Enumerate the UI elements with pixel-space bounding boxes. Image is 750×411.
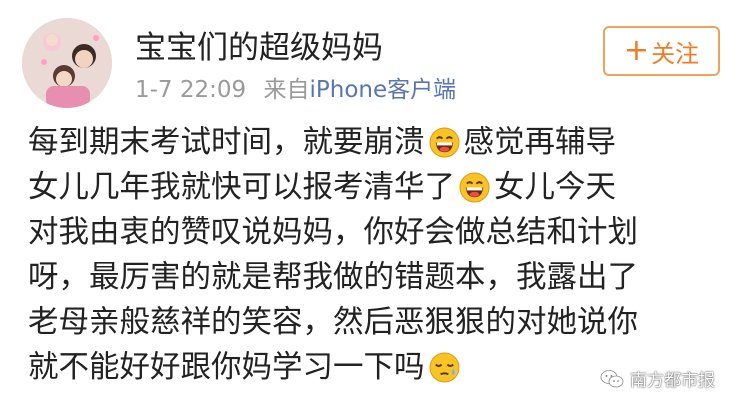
wechat-icon — [600, 369, 624, 387]
post-line: 老母亲般慈祥的笑容，然后恶狠狠的对她说你 — [28, 300, 728, 345]
post-time: 1-7 22:09 — [135, 77, 247, 103]
post-text: 感觉再辅导 — [463, 125, 617, 160]
follow-label: 关注 — [651, 39, 700, 68]
post-line: 呀，最厉害的就是帮我做的错题本，我露出了 — [28, 255, 728, 300]
grinning-face-emoji — [459, 172, 490, 203]
post-text: 呀，最厉害的就是帮我做的错题本，我露出了 — [28, 260, 638, 295]
post-text: 老母亲般慈祥的笑容，然后恶狠狠的对她说你 — [28, 305, 638, 340]
post-text: 女儿几年我就快可以报考清华了 — [28, 170, 455, 205]
post-line: 女儿几年我就快可以报考清华了 女儿今天 — [28, 165, 728, 210]
post-text: 对我由衷的赞叹说妈妈，你好会做总结和计划 — [28, 215, 638, 250]
grinning-face-emoji — [428, 127, 460, 158]
avatar-photo — [22, 18, 112, 108]
post-line: 对我由衷的赞叹说妈妈，你好会做总结和计划 — [28, 210, 728, 255]
post-text: 每到期末考试时间，就要崩溃 — [28, 125, 425, 160]
source-link[interactable]: iPhone客户端 — [309, 77, 456, 103]
follow-button[interactable]: + 关注 — [603, 26, 720, 76]
post-text: 就不能好好跟你妈学习一下吗 — [28, 350, 425, 385]
post-text: 女儿今天 — [494, 170, 616, 205]
watermark: 南方都市报 — [600, 366, 715, 391]
sleepy-face-emoji — [428, 352, 460, 383]
post-body: 每到期末考试时间，就要崩溃 感觉再辅导 女儿几年我就快可以报考清华了 女儿今天 … — [28, 120, 728, 390]
post-meta: 1-7 22:09 来自iPhone客户端 — [135, 70, 456, 104]
username[interactable]: 宝宝们的超级妈妈 — [135, 22, 383, 67]
avatar[interactable] — [22, 18, 112, 108]
plus-icon: + — [623, 33, 650, 68]
watermark-text: 南方都市报 — [630, 371, 715, 391]
post-line: 每到期末考试时间，就要崩溃 感觉再辅导 — [28, 120, 728, 165]
source-prefix: 来自 — [263, 77, 310, 103]
